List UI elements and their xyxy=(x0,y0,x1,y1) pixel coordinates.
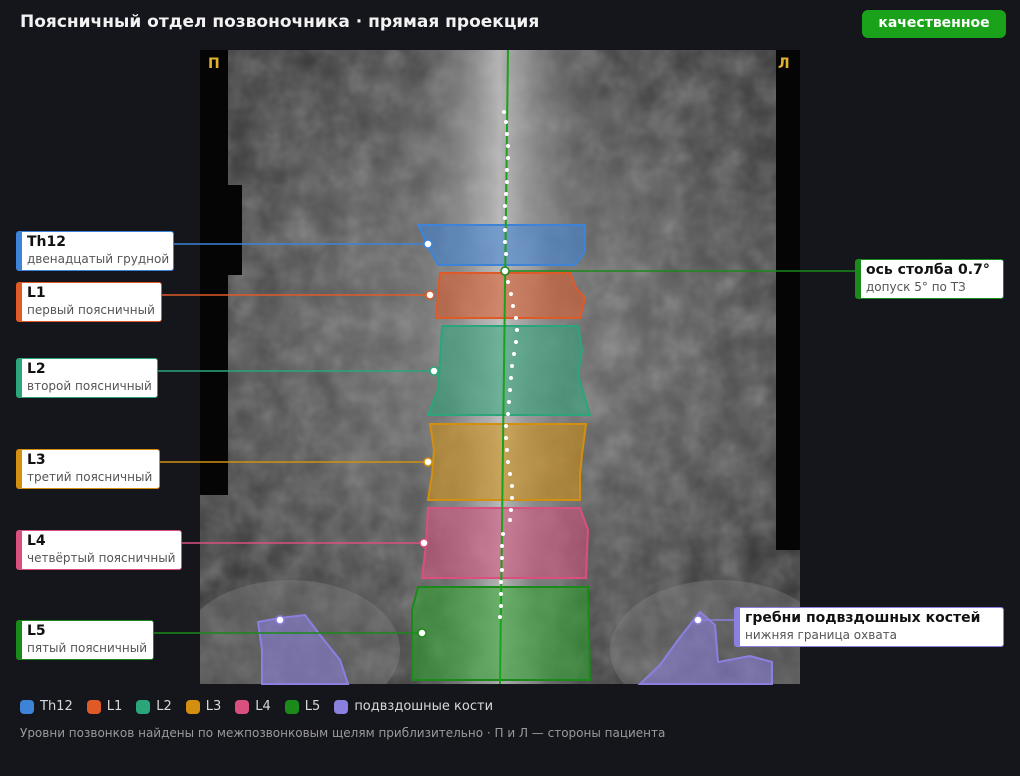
legend-label: L3 xyxy=(205,699,222,714)
anchor-iliac-left xyxy=(275,615,285,625)
legend-label: L4 xyxy=(255,699,271,714)
anchor-axis xyxy=(500,266,510,276)
label-th12-name: двенадцатый грудной xyxy=(27,252,170,266)
label-l1-name: первый поясничный xyxy=(27,303,155,317)
legend-label: Th12 xyxy=(40,699,73,714)
anchor-l3 xyxy=(423,457,433,467)
anchor-l4 xyxy=(419,538,429,548)
legend-swatch xyxy=(284,699,299,714)
legend-item-l5: L5 xyxy=(284,699,321,714)
anchor-l2 xyxy=(429,366,439,376)
legend-swatch xyxy=(86,699,101,714)
label-l3: L3 третий поясничный xyxy=(16,449,160,489)
legend-item-th12: Th12 xyxy=(20,699,73,714)
axis-angle-value: ось столба 0.7° xyxy=(866,262,990,278)
iliac-label-note: нижняя граница охвата xyxy=(745,628,898,642)
label-l4-code: L4 xyxy=(27,533,46,549)
legend-label: L2 xyxy=(156,699,172,714)
axis-tolerance-note: допуск 5° по ТЗ xyxy=(866,280,966,294)
legend-swatch xyxy=(235,699,250,714)
legend-item-l2: L2 xyxy=(136,699,172,714)
legend-item-l1: L1 xyxy=(86,699,123,714)
label-l2: L2 второй поясничный xyxy=(16,358,158,398)
label-l5: L5 пятый поясничный xyxy=(16,620,154,660)
legend-label: L5 xyxy=(304,699,321,714)
label-l3-name: третий поясничный xyxy=(27,470,153,484)
anchor-iliac-right xyxy=(693,615,703,625)
label-l1: L1 первый поясничный xyxy=(16,282,162,322)
iliac-crest-left-region xyxy=(256,613,350,685)
legend-swatch xyxy=(20,699,34,714)
label-iliac-crests: гребни подвздошных костей нижняя граница… xyxy=(734,607,1004,647)
label-th12-code: Th12 xyxy=(27,234,66,250)
label-l4-name: четвёртый поясничный xyxy=(27,551,176,565)
legend-item-iliac: подвздошные кости xyxy=(334,699,493,714)
legend-item-l3: L3 xyxy=(185,699,222,714)
anchor-th12 xyxy=(423,239,433,249)
legend: Th12 L1 L2 L3 L4 L5 подвздошные кости xyxy=(20,699,493,714)
legend-swatch xyxy=(185,699,200,714)
anchor-l1 xyxy=(425,290,435,300)
vertebra-l4-region xyxy=(420,507,590,579)
vertebra-th12-region xyxy=(416,224,586,266)
label-l2-code: L2 xyxy=(27,361,46,377)
anchor-l5 xyxy=(417,628,427,638)
legend-label: L1 xyxy=(106,699,123,714)
legend-swatch xyxy=(334,699,349,714)
legend-label: подвздошные кости xyxy=(354,699,494,714)
label-l3-code: L3 xyxy=(27,452,46,468)
label-th12: Th12 двенадцатый грудной xyxy=(16,231,174,271)
label-l1-code: L1 xyxy=(27,285,46,301)
label-l4: L4 четвёртый поясничный xyxy=(16,530,182,570)
label-l2-name: второй поясничный xyxy=(27,379,152,393)
legend-item-l4: L4 xyxy=(235,699,271,714)
label-l5-code: L5 xyxy=(27,623,46,639)
legend-swatch xyxy=(136,699,151,714)
footnote: Уровни позвонков найдены по межпозвонков… xyxy=(20,726,666,740)
iliac-label-title: гребни подвздошных костей xyxy=(745,610,981,626)
label-spine-axis: ось столба 0.7° допуск 5° по ТЗ xyxy=(855,259,1004,299)
label-l5-name: пятый поясничный xyxy=(27,641,147,655)
